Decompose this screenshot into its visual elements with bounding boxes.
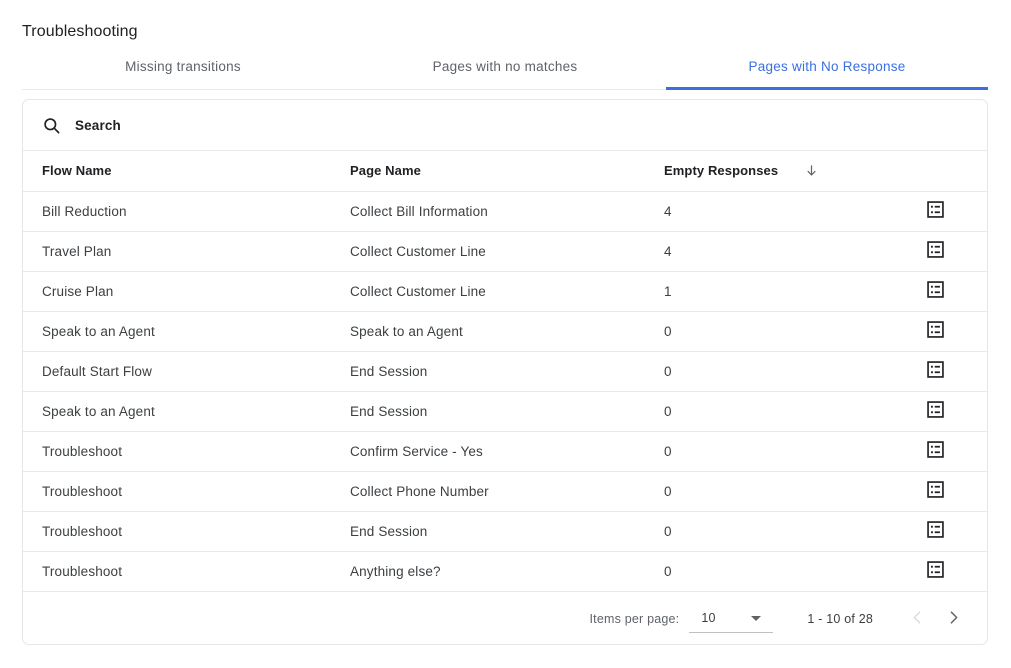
cell-page-name: End Session: [332, 511, 644, 551]
cell-flow-name: Bill Reduction: [23, 191, 332, 231]
cell-empty-responses: 4: [644, 231, 874, 271]
tab-pages-with-no-response[interactable]: Pages with No Response: [666, 50, 988, 89]
items-per-page-value: 10: [701, 611, 715, 625]
table-header: Flow Name Page Name Empty Responses: [23, 151, 987, 191]
pagination-range-label: 1 - 10 of 28: [807, 612, 873, 626]
cell-empty-responses: 0: [644, 431, 874, 471]
table-row[interactable]: Troubleshoot Anything else? 0: [23, 551, 987, 591]
cell-empty-responses: 4: [644, 191, 874, 231]
cell-flow-name: Troubleshoot: [23, 431, 332, 471]
previous-page-button[interactable]: [899, 601, 935, 637]
table-row[interactable]: Speak to an Agent Speak to an Agent 0: [23, 311, 987, 351]
cell-page-name: Speak to an Agent: [332, 311, 644, 351]
table-row[interactable]: Troubleshoot Confirm Service - Yes 0: [23, 431, 987, 471]
cell-empty-responses: 1: [644, 271, 874, 311]
cell-actions: [874, 351, 987, 391]
column-header-flow-name[interactable]: Flow Name: [23, 151, 332, 191]
cell-page-name: Collect Customer Line: [332, 271, 644, 311]
arrow-down-icon: [804, 163, 819, 178]
cell-page-name: Anything else?: [332, 551, 644, 591]
search-input[interactable]: Search: [75, 118, 121, 133]
table-row[interactable]: Travel Plan Collect Customer Line 4: [23, 231, 987, 271]
chevron-left-icon: [909, 609, 926, 629]
cell-flow-name: Troubleshoot: [23, 551, 332, 591]
cell-page-name: Collect Phone Number: [332, 471, 644, 511]
table-row[interactable]: Troubleshoot End Session 0: [23, 511, 987, 551]
column-header-actions: [874, 151, 987, 191]
list-view-icon[interactable]: [925, 240, 945, 260]
column-header-empty-responses[interactable]: Empty Responses: [644, 151, 874, 191]
cell-empty-responses: 0: [644, 391, 874, 431]
next-page-button[interactable]: [935, 601, 971, 637]
items-per-page-select[interactable]: 10: [689, 605, 773, 633]
table-row[interactable]: Speak to an Agent End Session 0: [23, 391, 987, 431]
cell-actions: [874, 391, 987, 431]
list-view-icon[interactable]: [925, 360, 945, 380]
tab-label: Pages with no matches: [433, 59, 578, 74]
column-header-label: Empty Responses: [664, 163, 778, 178]
chevron-down-icon: [751, 616, 761, 621]
sort-control[interactable]: Empty Responses: [664, 163, 819, 178]
column-header-label: Page Name: [350, 163, 421, 178]
cell-actions: [874, 551, 987, 591]
table-row[interactable]: Default Start Flow End Session 0: [23, 351, 987, 391]
list-view-icon[interactable]: [925, 440, 945, 460]
list-view-icon[interactable]: [925, 560, 945, 580]
tab-label: Missing transitions: [125, 59, 241, 74]
list-view-icon[interactable]: [925, 400, 945, 420]
cell-empty-responses: 0: [644, 511, 874, 551]
no-response-table: Flow Name Page Name Empty Responses: [23, 151, 987, 592]
list-view-icon[interactable]: [925, 480, 945, 500]
cell-actions: [874, 471, 987, 511]
cell-empty-responses: 0: [644, 351, 874, 391]
cell-actions: [874, 431, 987, 471]
cell-actions: [874, 271, 987, 311]
cell-flow-name: Speak to an Agent: [23, 311, 332, 351]
column-header-page-name[interactable]: Page Name: [332, 151, 644, 191]
cell-flow-name: Travel Plan: [23, 231, 332, 271]
cell-flow-name: Troubleshoot: [23, 471, 332, 511]
active-tab-indicator: [666, 87, 988, 90]
list-view-icon[interactable]: [925, 200, 945, 220]
tab-label: Pages with No Response: [748, 59, 905, 74]
tab-pages-with-no-matches[interactable]: Pages with no matches: [344, 50, 666, 89]
table-header-row: Flow Name Page Name Empty Responses: [23, 151, 987, 191]
troubleshooting-card: Search Flow Name Page Name Empty Respons…: [22, 99, 988, 645]
cell-page-name: Confirm Service - Yes: [332, 431, 644, 471]
paginator: Items per page: 10 1 - 10 of 28: [23, 592, 987, 646]
list-view-icon[interactable]: [925, 320, 945, 340]
table-row[interactable]: Bill Reduction Collect Bill Information …: [23, 191, 987, 231]
search-bar[interactable]: Search: [23, 100, 987, 151]
table-row[interactable]: Troubleshoot Collect Phone Number 0: [23, 471, 987, 511]
cell-empty-responses: 0: [644, 471, 874, 511]
cell-page-name: Collect Customer Line: [332, 231, 644, 271]
cell-page-name: End Session: [332, 351, 644, 391]
search-icon: [41, 115, 61, 135]
column-header-label: Flow Name: [42, 163, 112, 178]
chevron-right-icon: [945, 609, 962, 629]
list-view-icon[interactable]: [925, 520, 945, 540]
cell-actions: [874, 511, 987, 551]
table-body: Bill Reduction Collect Bill Information …: [23, 191, 987, 591]
table-row[interactable]: Cruise Plan Collect Customer Line 1: [23, 271, 987, 311]
cell-flow-name: Cruise Plan: [23, 271, 332, 311]
list-view-icon[interactable]: [925, 280, 945, 300]
cell-actions: [874, 231, 987, 271]
cell-empty-responses: 0: [644, 311, 874, 351]
cell-page-name: End Session: [332, 391, 644, 431]
cell-empty-responses: 0: [644, 551, 874, 591]
cell-actions: [874, 311, 987, 351]
items-per-page-label: Items per page:: [590, 612, 680, 626]
tab-missing-transitions[interactable]: Missing transitions: [22, 50, 344, 89]
cell-flow-name: Troubleshoot: [23, 511, 332, 551]
cell-flow-name: Default Start Flow: [23, 351, 332, 391]
page-title: Troubleshooting: [22, 21, 138, 43]
cell-flow-name: Speak to an Agent: [23, 391, 332, 431]
cell-page-name: Collect Bill Information: [332, 191, 644, 231]
cell-actions: [874, 191, 987, 231]
tab-bar: Missing transitions Pages with no matche…: [22, 50, 988, 90]
